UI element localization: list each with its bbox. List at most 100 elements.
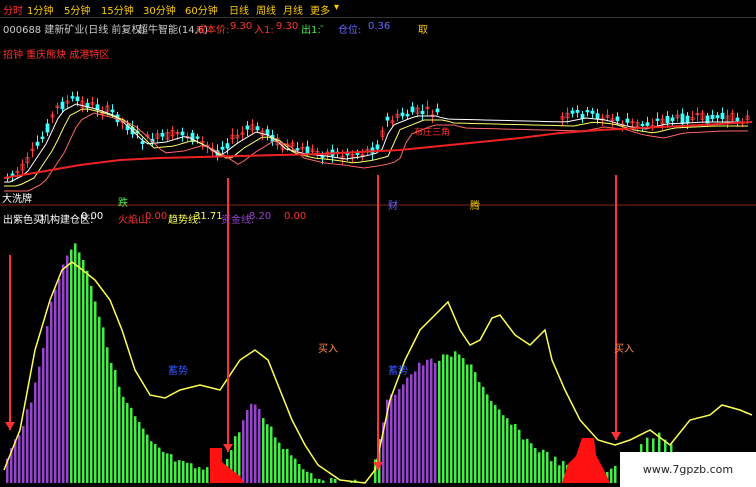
histogram-bar	[126, 403, 129, 483]
histogram-bar	[290, 455, 293, 483]
histogram-bar	[254, 404, 257, 483]
histogram-bar	[278, 442, 281, 483]
candle-body	[265, 129, 270, 135]
histogram-bar	[526, 438, 529, 483]
histogram-bar	[130, 407, 133, 483]
histogram-bar	[270, 426, 273, 483]
histogram-bar	[418, 362, 421, 483]
histogram-bar	[274, 437, 277, 483]
histogram-bar	[550, 461, 553, 483]
histogram-bar	[390, 394, 393, 483]
candle-body	[245, 125, 250, 130]
histogram-bar	[474, 372, 477, 483]
candle-body	[585, 110, 590, 113]
extra-value: 0.00	[284, 211, 307, 222]
flag-value: 8.20	[249, 211, 272, 222]
histogram-bar	[70, 249, 73, 483]
label-teng: 腾	[470, 201, 480, 212]
candle-body	[580, 113, 585, 119]
histogram-bar	[482, 386, 485, 483]
histogram-bar	[18, 435, 21, 483]
candle-body	[10, 173, 15, 176]
blue-label-1: 蓄势	[168, 366, 188, 377]
histogram-bar	[314, 478, 317, 483]
histogram-bar	[62, 264, 65, 483]
histogram-bar	[182, 461, 185, 483]
histogram-bar	[318, 479, 321, 483]
label-mid: 布庄三角	[414, 128, 451, 138]
histogram-bar	[402, 384, 405, 483]
histogram-bar	[42, 347, 45, 483]
histogram-bar	[546, 451, 549, 483]
histogram-bar	[110, 362, 113, 483]
histogram-bar	[102, 327, 105, 483]
histogram-bar	[310, 473, 313, 483]
candle-body	[60, 101, 65, 110]
histogram-bar	[138, 422, 141, 483]
histogram-bar	[334, 478, 337, 483]
candle-body	[45, 123, 50, 133]
histogram-bar	[38, 366, 41, 483]
candle-body	[685, 115, 690, 124]
histogram-bar	[490, 400, 493, 483]
histogram-bar	[86, 270, 89, 483]
candle-body	[355, 152, 360, 156]
candle-body	[35, 141, 40, 146]
candle-body	[575, 109, 580, 113]
histogram-bar	[106, 347, 109, 483]
histogram-bar	[398, 389, 401, 483]
histogram-bar	[542, 449, 545, 483]
histogram-bar	[322, 480, 325, 483]
red-block	[562, 438, 610, 483]
histogram-bar	[422, 365, 425, 483]
candle-body	[385, 116, 390, 121]
histogram-bar	[462, 358, 465, 483]
histogram-bar	[78, 252, 81, 483]
ma-white-line	[4, 103, 748, 183]
candle-body	[590, 110, 595, 114]
histogram-bar	[118, 386, 121, 483]
blue-label-2: 蓄势	[388, 366, 408, 377]
histogram-bar	[242, 420, 245, 483]
candle-body	[670, 117, 675, 122]
histogram-bar	[266, 424, 269, 483]
histogram-bar	[166, 453, 169, 483]
histogram-bar	[522, 439, 525, 483]
histogram-bar	[534, 447, 537, 483]
candle-body	[410, 106, 415, 113]
jg-value: 0.00	[81, 211, 104, 222]
candle-body	[225, 143, 230, 149]
histogram-bar	[194, 468, 197, 483]
histogram-bar	[46, 326, 49, 483]
candle-body	[70, 96, 75, 99]
candle-body	[400, 112, 405, 117]
histogram-bar	[446, 354, 449, 483]
candle-body	[735, 117, 740, 121]
histogram-bar	[282, 448, 285, 483]
signal-arrow-head	[611, 432, 621, 440]
histogram-bar	[406, 377, 409, 483]
label-top: 大洗牌	[2, 194, 32, 205]
histogram-bar	[30, 402, 33, 483]
candle-body	[75, 96, 80, 102]
candle-body	[665, 116, 670, 124]
histogram-bar	[262, 418, 265, 483]
histogram-bar	[434, 363, 437, 483]
histogram-bar	[330, 478, 333, 483]
histogram-bar	[258, 408, 261, 483]
histogram-bar	[514, 424, 517, 483]
histogram-bar	[114, 369, 117, 483]
histogram-bar	[554, 456, 557, 483]
candle-body	[715, 115, 720, 119]
candle-body	[420, 110, 425, 115]
candle-body	[295, 148, 300, 151]
histogram-bar	[502, 415, 505, 483]
histogram-bar	[178, 460, 181, 483]
candle-body	[140, 141, 145, 144]
histogram-bar	[146, 434, 149, 483]
histogram-bar	[22, 426, 25, 483]
histogram-bar	[438, 360, 441, 483]
histogram-bar	[202, 469, 205, 483]
histogram-bar	[142, 428, 145, 483]
histogram-bars	[6, 243, 697, 483]
